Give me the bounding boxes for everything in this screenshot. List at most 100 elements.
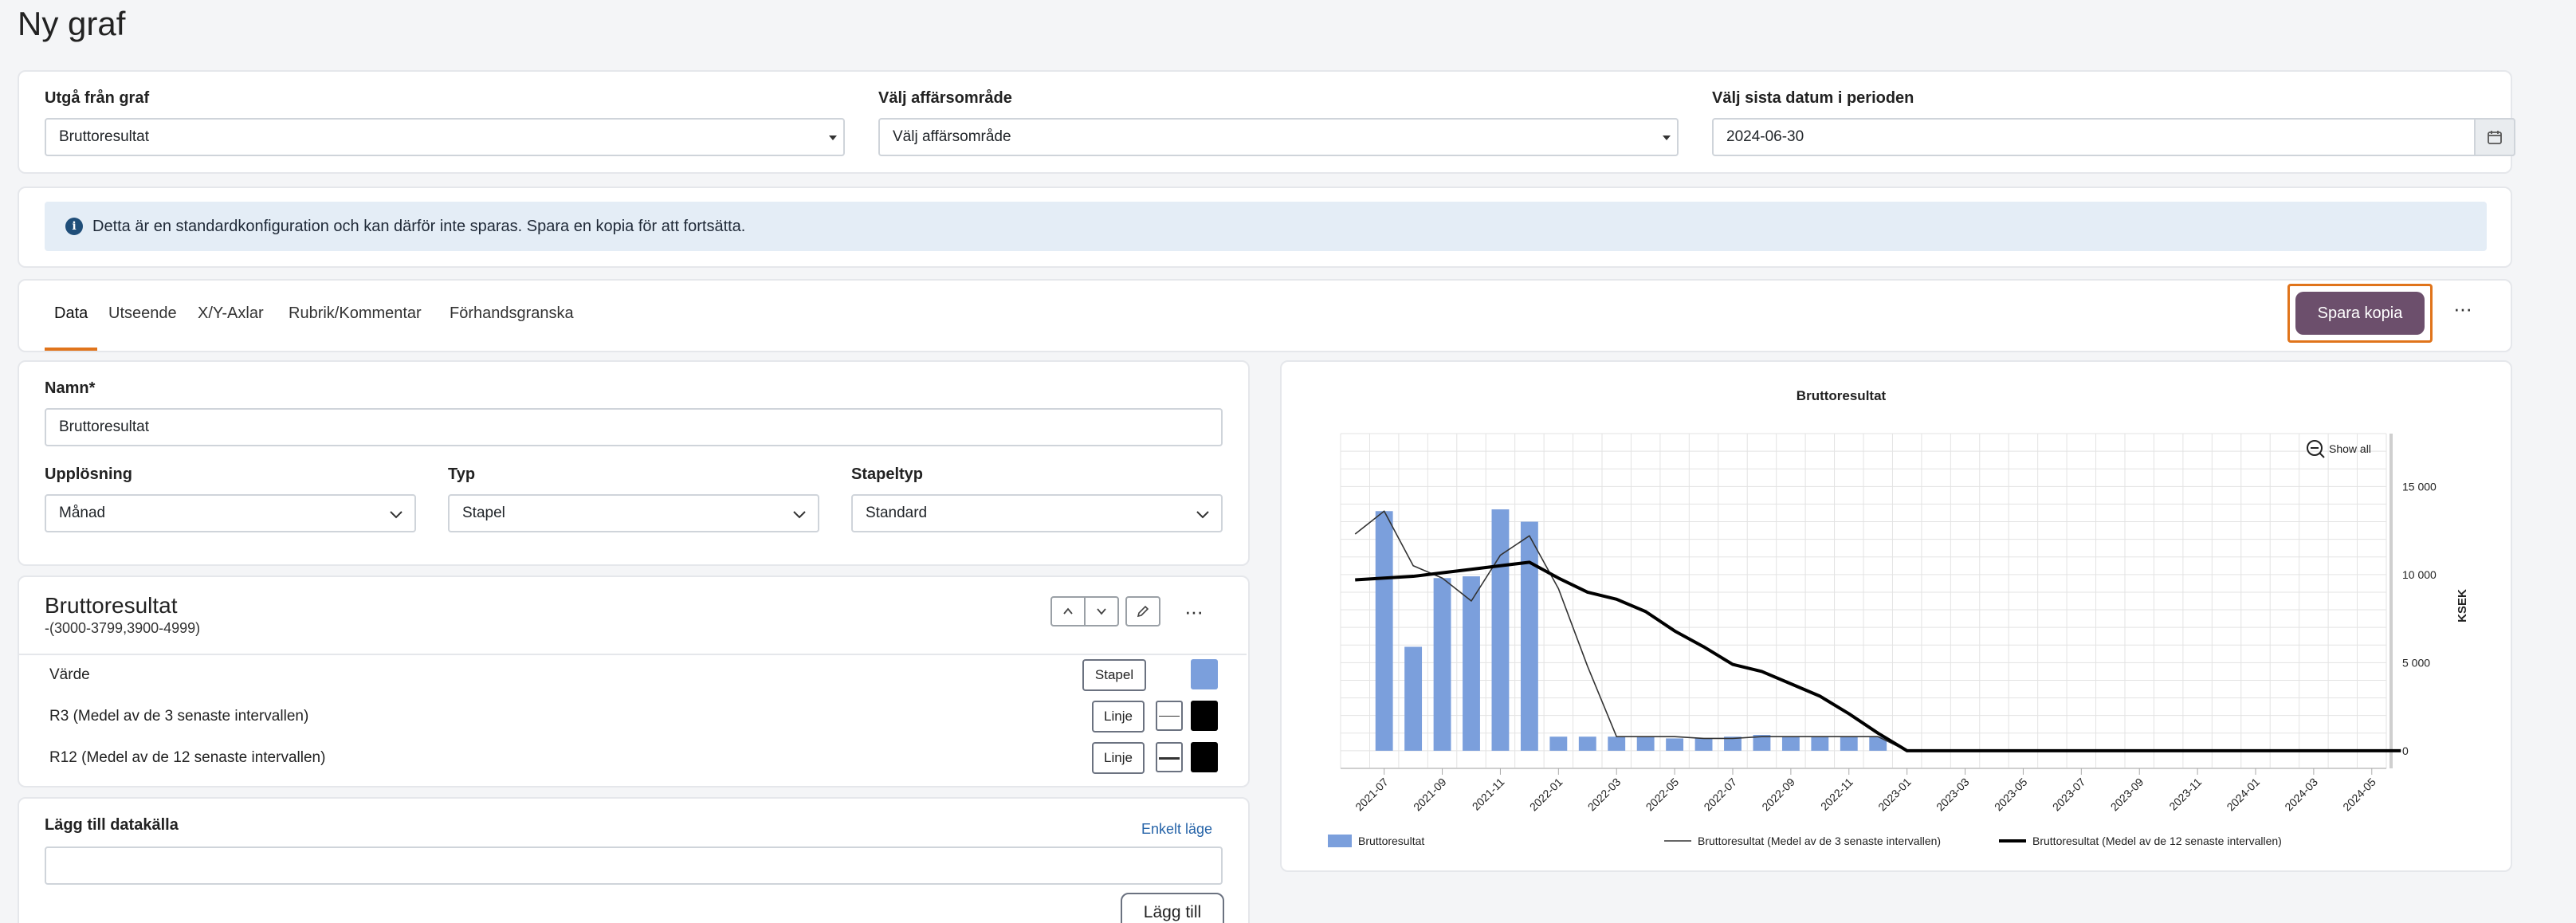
tab-data[interactable]: Data [54,304,88,323]
chevron-down-icon [1196,511,1209,519]
form-card [18,360,1250,566]
bar [1636,736,1655,751]
zoom-reset-button[interactable]: Show all [2307,440,2371,458]
legend-item[interactable]: Bruttoresultat [1358,835,1424,847]
add-source-label: Lägg till datakälla [45,816,179,834]
x-tick-label: 2023-05 [1992,776,2030,814]
x-tick-label: 2023-03 [1934,776,1972,814]
move-up-button[interactable] [1050,596,1086,626]
chevron-down-icon [1097,608,1106,615]
bar [1433,578,1451,751]
series-line [1354,510,2401,752]
series-title: Bruttoresultat [45,593,178,618]
bar [1549,736,1568,751]
x-tick-label: 2022-09 [1759,776,1797,814]
x-tick-label: 2023-07 [2050,776,2088,814]
bar [1375,511,1393,751]
series-color-swatch[interactable] [1191,659,1218,689]
base-graph-select[interactable]: Bruttoresultat [45,118,845,156]
more-menu-button[interactable]: ··· [2453,297,2472,321]
legend-swatch [1328,835,1352,847]
series-type-button[interactable]: Linje [1092,701,1145,733]
show-all-label: Show all [2329,442,2371,455]
series-row-label: R3 (Medel av de 3 senaste intervallen) [49,708,309,725]
y-tick-label: 5 000 [2402,656,2430,669]
series-type-button[interactable]: Stapel [1082,659,1146,691]
add-button[interactable]: Lägg till [1121,893,1224,923]
line-style-thin-icon[interactable] [1156,701,1183,731]
series-color-swatch[interactable] [1191,701,1218,731]
resolution-label: Upplösning [45,465,132,483]
type-select[interactable]: Stapel [448,494,819,532]
series-type-button[interactable]: Linje [1092,742,1145,774]
x-tick-label: 2022-11 [1818,776,1855,813]
add-source-input[interactable] [45,846,1223,885]
bar [1404,646,1423,751]
bar [1578,736,1596,751]
tab-rubrik-kommentar[interactable]: Rubrik/Kommentar [289,304,422,323]
series-color-swatch[interactable] [1191,742,1218,772]
x-tick-label: 2024-01 [2224,776,2262,814]
x-tick-label: 2022-05 [1643,776,1682,814]
edit-button[interactable] [1125,596,1160,626]
divider [19,654,1247,655]
x-tick-label: 2023-11 [2166,776,2204,813]
info-banner-text: Detta är en standardkonfiguration och ka… [92,217,746,235]
name-input[interactable]: Bruttoresultat [45,408,1223,446]
last-date-value: 2024-06-30 [1726,128,1804,145]
calendar-button[interactable] [2474,118,2515,156]
bar [1840,736,1858,751]
calendar-icon [2488,131,2502,144]
x-tick-label: 2021-09 [1411,776,1449,814]
x-tick-label: 2024-03 [2282,776,2320,814]
y-tick-label: 15 000 [2402,480,2437,493]
tab-utseende[interactable]: Utseende [108,304,177,323]
name-value: Bruttoresultat [59,418,149,435]
bar [1694,738,1713,751]
tab-xy-axlar[interactable]: X/Y-Axlar [198,304,264,323]
bar [1781,736,1800,751]
name-label: Namn* [45,379,96,397]
business-area-placeholder: Välj affärsområde [893,128,1011,145]
legend-item[interactable]: Bruttoresultat (Medel av de 12 senaste i… [2032,835,2282,847]
series-row-label: Värde [49,666,90,683]
bar [1811,736,1829,751]
bar-type-select[interactable]: Standard [851,494,1223,532]
resolution-value: Månad [59,505,106,521]
last-date-input[interactable]: 2024-06-30 [1712,118,2515,156]
page-title: Ny graf [18,5,126,42]
x-tick-label: 2024-05 [2340,776,2378,814]
x-tick-label: 2021-07 [1353,776,1391,814]
chart: Bruttoresultat 0 5 000 10 000 15 000 2021-07… [1328,388,2469,847]
bar-type-value: Standard [866,505,928,521]
bar [1463,576,1480,751]
x-tick-label: 2023-09 [2108,776,2146,814]
caret-down-icon [1663,136,1671,140]
x-tick-label: 2023-01 [1875,776,1914,814]
line-style-thick-icon[interactable] [1156,742,1183,772]
resolution-select[interactable]: Månad [45,494,416,532]
bar-type-label: Stapeltyp [851,465,924,483]
business-area-select[interactable]: Välj affärsområde [878,118,1679,156]
save-copy-button[interactable]: Spara kopia [2295,292,2425,335]
simple-mode-link[interactable]: Enkelt läge [1141,821,1212,838]
info-banner: i Detta är en standardkonfiguration och … [45,202,2487,251]
bar [1608,736,1626,751]
bar [1491,509,1510,751]
type-value: Stapel [462,505,505,521]
x-tick-label: 2022-01 [1527,776,1565,814]
series-row-label: R12 (Medel av de 12 senaste intervallen) [49,749,326,766]
legend-item[interactable]: Bruttoresultat (Medel av de 3 senaste in… [1698,835,1941,847]
y-axis-label: KSEK [2456,589,2469,623]
chevron-up-icon [1063,607,1073,615]
bar [1869,736,1887,751]
pencil-icon [1137,605,1149,618]
x-tick-label: 2021-11 [1470,776,1507,813]
chart-title: Bruttoresultat [1797,388,1887,403]
tab-forhandsgranska[interactable]: Förhandsgranska [450,304,574,323]
chart-legend: Bruttoresultat Bruttoresultat (Medel av d… [1328,835,2282,847]
series-more-button[interactable]: ··· [1184,599,1204,624]
move-down-button[interactable] [1084,596,1119,626]
y-tick-label: 10 000 [2402,568,2437,581]
series-subtitle: -(3000-3799,3900-4999) [45,620,201,636]
